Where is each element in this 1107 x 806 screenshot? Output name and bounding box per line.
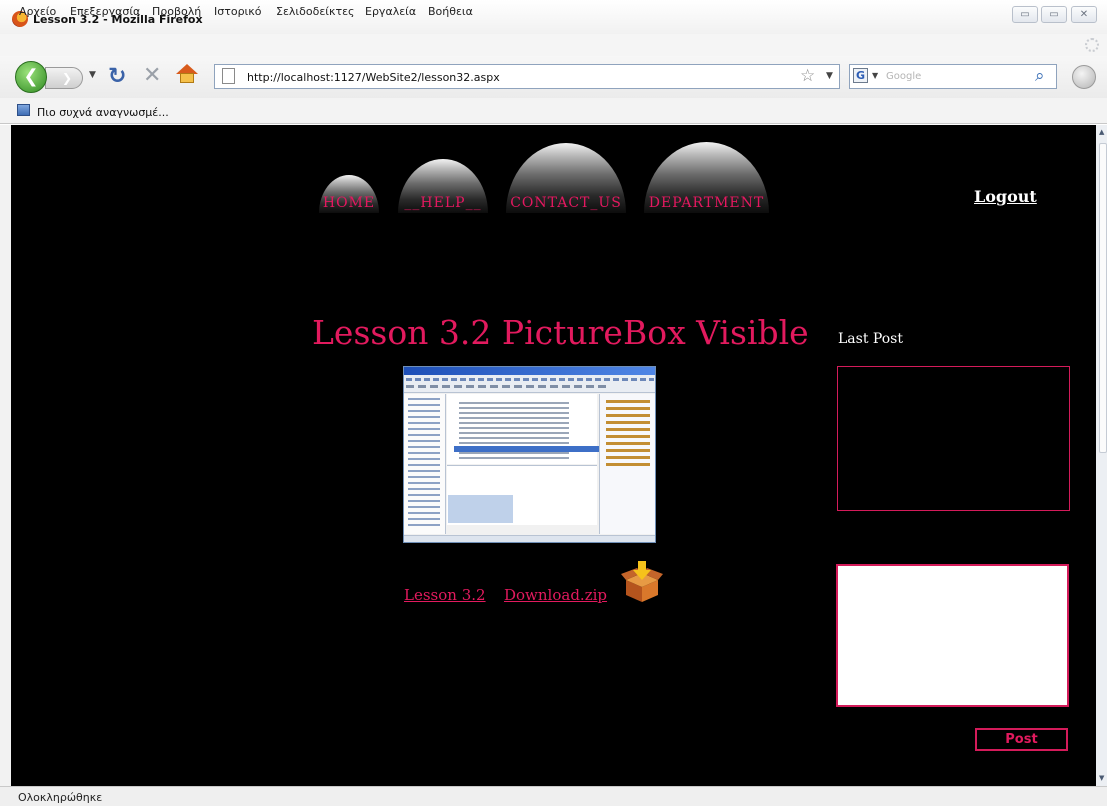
last-post-box [837,366,1070,511]
post-textarea[interactable] [836,564,1069,707]
menu-tools[interactable]: Εργαλεία [365,5,416,18]
lesson-screenshot-image [403,366,656,543]
logout-link[interactable]: Logout [974,187,1037,206]
star-icon[interactable]: ☆ [800,66,815,86]
bookmark-icon [17,104,30,116]
url-dropdown-icon[interactable]: ▼ [826,71,833,81]
google-icon[interactable]: G [853,68,868,83]
scroll-thumb[interactable] [1099,143,1107,453]
menu-bar [0,34,1107,56]
persona-icon[interactable] [1072,65,1096,89]
menu-view[interactable]: Προβολή [152,5,201,18]
download-box-icon[interactable] [620,560,664,604]
forward-icon: ❯ [61,71,73,85]
url-text[interactable]: http://localhost:1127/WebSite2/lesson32.… [247,71,500,84]
forward-button[interactable]: ❯ [45,67,83,89]
search-icon[interactable]: ⌕ [1035,66,1045,86]
lesson-link[interactable]: Lesson 3.2 [404,586,486,604]
nav-contact-label: CONTACT_US [510,195,622,211]
throbber-icon [1085,38,1099,52]
minimize-button[interactable]: ▭ [1012,6,1038,23]
bookmark-most-visited[interactable]: Πιο συχνά αναγνωσμέ... [37,106,169,119]
page-icon [222,68,235,84]
engine-dropdown-icon[interactable]: ▼ [872,71,878,80]
back-icon: ❮ [23,66,39,87]
reload-icon[interactable]: ↻ [108,64,126,89]
back-button[interactable]: ❮ [15,61,47,93]
window-edge [0,125,11,786]
menu-file[interactable]: Αρχείο [19,5,56,18]
close-button[interactable]: ✕ [1071,6,1097,23]
post-button[interactable]: Post [975,728,1068,751]
stop-icon[interactable]: ✕ [143,63,161,88]
home-icon[interactable] [176,64,198,84]
menu-help[interactable]: Βοήθεια [428,5,473,18]
status-text: Ολοκληρώθηκε [18,791,103,804]
nav-home-label: HOME [322,195,376,211]
scroll-down-icon[interactable]: ▼ [1099,774,1104,782]
menu-bookmarks[interactable]: Σελιδοδείκτες [276,5,355,18]
maximize-button[interactable]: ▭ [1041,6,1067,23]
search-input[interactable] [849,64,1057,89]
download-zip-link[interactable]: Download.zip [504,586,607,604]
history-dropdown-icon[interactable]: ▼ [89,70,96,80]
page-title: Lesson 3.2 PictureBox Visible [312,313,809,352]
status-bar [0,786,1107,806]
nav-department-label: DEPARTMENT [648,195,765,211]
search-placeholder: Google [886,71,922,82]
last-post-label: Last Post [838,331,903,347]
menu-edit[interactable]: Επεξεργασία [70,5,140,18]
scroll-up-icon[interactable]: ▲ [1099,128,1104,136]
nav-help-label: __HELP__ [404,195,482,211]
menu-history[interactable]: Ιστορικό [214,5,262,18]
